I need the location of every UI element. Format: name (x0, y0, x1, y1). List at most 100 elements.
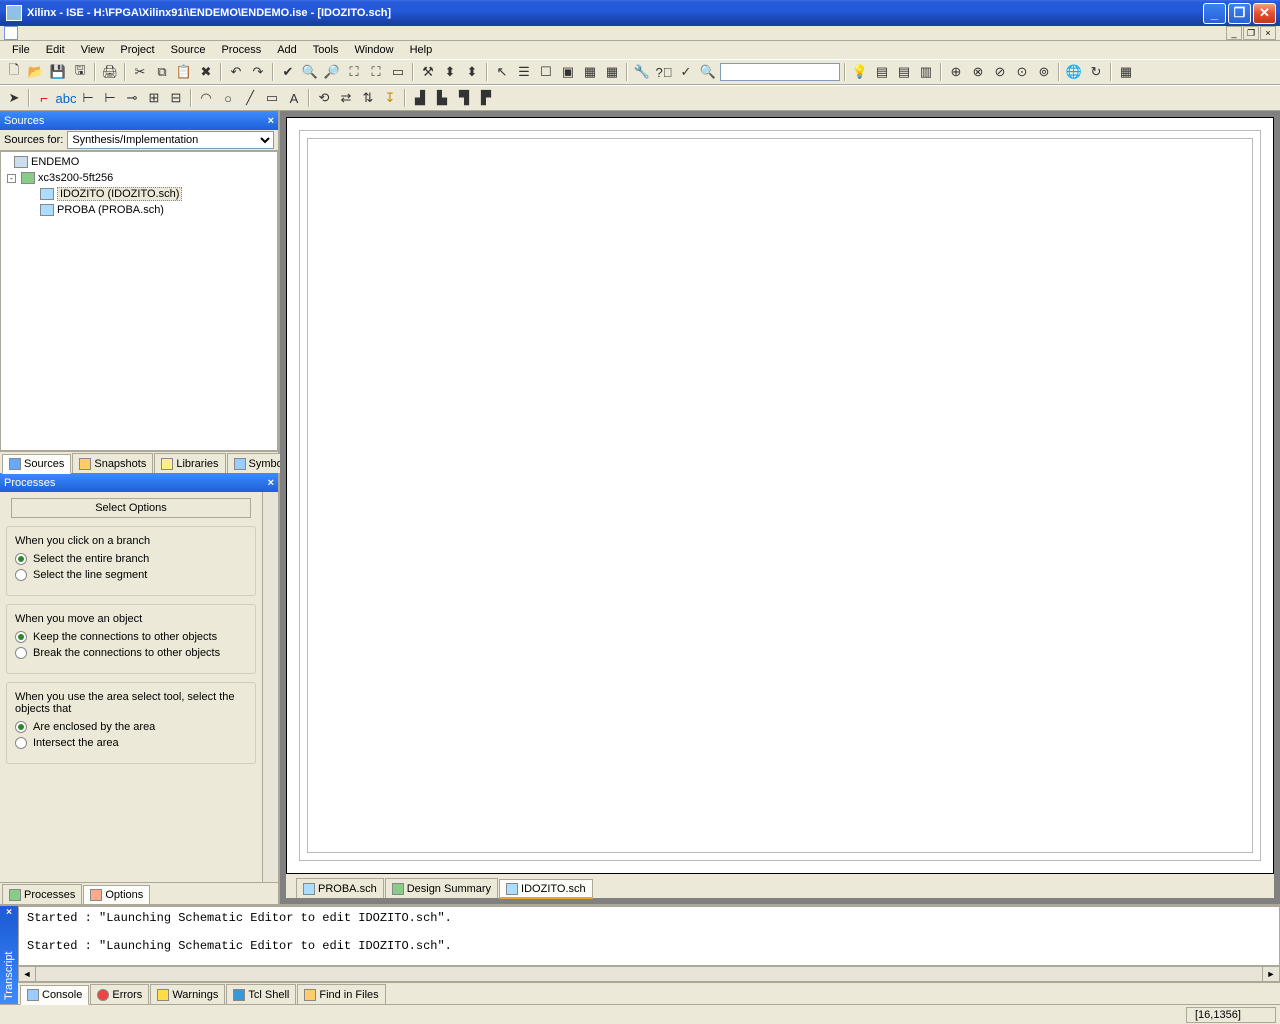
menu-view[interactable]: View (75, 42, 111, 58)
mdi-close-button[interactable]: × (1260, 26, 1276, 40)
wire-icon[interactable]: ⌐ (34, 88, 54, 108)
sources-close-icon[interactable]: × (268, 115, 274, 127)
zoom-fit-icon[interactable]: ⛶ (366, 62, 386, 82)
menu-add[interactable]: Add (271, 42, 303, 58)
tree-file-idozito[interactable]: IDOZITO (IDOZITO.sch) (57, 187, 182, 201)
bus-icon[interactable]: ⊢ (78, 88, 98, 108)
menu-window[interactable]: Window (348, 42, 399, 58)
radio-break-connections[interactable]: Break the connections to other objects (15, 647, 247, 659)
tab-sources[interactable]: Sources (2, 454, 71, 474)
tab-warnings[interactable]: Warnings (150, 984, 225, 1004)
gate3-icon[interactable]: ⊘ (990, 62, 1010, 82)
editor-tab-idozito[interactable]: IDOZITO.sch (499, 879, 593, 899)
stamp4-icon[interactable]: ▛ (476, 88, 496, 108)
sources-for-dropdown[interactable]: Synthesis/Implementation (67, 131, 274, 149)
bustap-icon[interactable]: ⊢ (100, 88, 120, 108)
mdi-minimize-button[interactable]: _ (1226, 26, 1242, 40)
radio-keep-connections[interactable]: Keep the connections to other objects (15, 631, 247, 643)
wrench-icon[interactable]: 🔧 (632, 62, 652, 82)
select-icon[interactable]: ☐ (536, 62, 556, 82)
select-tool-icon[interactable]: ➤ (4, 88, 24, 108)
text-icon[interactable]: A (284, 88, 304, 108)
mirror-icon[interactable]: ⇄ (336, 88, 356, 108)
tree-collapse-icon[interactable]: - (7, 174, 16, 183)
menu-source[interactable]: Source (165, 42, 212, 58)
menu-file[interactable]: File (6, 42, 36, 58)
hierarchy2-icon[interactable]: ⬍ (462, 62, 482, 82)
zoom-page-icon[interactable]: ▭ (388, 62, 408, 82)
redo-icon[interactable]: ↷ (248, 62, 268, 82)
options-scrollbar[interactable] (262, 492, 278, 882)
transcript-tab[interactable]: Transcript (0, 920, 18, 1004)
delete-icon[interactable]: ✖ (196, 62, 216, 82)
find-input[interactable] (720, 63, 840, 81)
tab-findinfiles[interactable]: Find in Files (297, 984, 385, 1004)
menu-edit[interactable]: Edit (40, 42, 71, 58)
menu-tools[interactable]: Tools (307, 42, 345, 58)
tree-file-proba[interactable]: PROBA (PROBA.sch) (57, 204, 164, 216)
radio-intersect[interactable]: Intersect the area (15, 737, 247, 749)
sheet-icon[interactable]: ▥ (916, 62, 936, 82)
flip2-icon[interactable]: ↧ (380, 88, 400, 108)
processes-close-icon[interactable]: × (268, 477, 274, 489)
stamp2-icon[interactable]: ▙ (432, 88, 452, 108)
prop-icon[interactable]: ▤ (872, 62, 892, 82)
tree-project[interactable]: ENDEMO (31, 156, 79, 168)
prop2-icon[interactable]: ▤ (894, 62, 914, 82)
new-icon[interactable]: 🗋 (4, 62, 24, 82)
editor-tab-proba[interactable]: PROBA.sch (296, 878, 384, 898)
rotate-icon[interactable]: ⟲ (314, 88, 334, 108)
tool-icon[interactable]: ⚒ (418, 62, 438, 82)
tab-tclshell[interactable]: Tcl Shell (226, 984, 296, 1004)
minimize-button[interactable]: _ (1203, 3, 1226, 24)
schematic-canvas[interactable] (286, 117, 1274, 874)
symbol2-icon[interactable]: ⊟ (166, 88, 186, 108)
print-icon[interactable]: 🖨 (100, 62, 120, 82)
flip-icon[interactable]: ⇅ (358, 88, 378, 108)
gate1-icon[interactable]: ⊕ (946, 62, 966, 82)
hierarchy-icon[interactable]: ⬍ (440, 62, 460, 82)
select-options-button[interactable]: Select Options (11, 498, 251, 518)
stamp3-icon[interactable]: ▜ (454, 88, 474, 108)
cut-icon[interactable]: ✂ (130, 62, 150, 82)
console-close-icon[interactable]: × (0, 906, 18, 920)
rect-icon[interactable]: ▭ (262, 88, 282, 108)
tab-libraries[interactable]: Libraries (154, 453, 225, 473)
line-icon[interactable]: ╱ (240, 88, 260, 108)
undo-icon[interactable]: ↶ (226, 62, 246, 82)
paste-icon[interactable]: 📋 (174, 62, 194, 82)
pointer-icon[interactable]: ↖ (492, 62, 512, 82)
editor-tab-summary[interactable]: Design Summary (385, 878, 498, 898)
bulb-icon[interactable]: 💡 (850, 62, 870, 82)
io-icon[interactable]: ⊸ (122, 88, 142, 108)
layers-icon[interactable]: ☰ (514, 62, 534, 82)
extra-icon[interactable]: ▦ (1116, 62, 1136, 82)
save-icon[interactable]: 💾 (48, 62, 68, 82)
radio-enclosed[interactable]: Are enclosed by the area (15, 721, 247, 733)
tab-errors[interactable]: Errors (90, 984, 149, 1004)
circle-icon[interactable]: ○ (218, 88, 238, 108)
radio-select-branch[interactable]: Select the entire branch (15, 553, 247, 565)
grid-icon[interactable]: ▦ (580, 62, 600, 82)
grid2-icon[interactable]: ▦ (602, 62, 622, 82)
tab-processes[interactable]: Processes (2, 884, 82, 904)
gate2-icon[interactable]: ⊗ (968, 62, 988, 82)
help-icon[interactable]: ?⃝ (654, 62, 674, 82)
menu-process[interactable]: Process (215, 42, 267, 58)
menu-help[interactable]: Help (404, 42, 439, 58)
tab-options[interactable]: Options (83, 885, 150, 904)
tab-console[interactable]: Console (20, 985, 89, 1005)
globe-icon[interactable]: 🌐 (1064, 62, 1084, 82)
tab-snapshots[interactable]: Snapshots (72, 453, 153, 473)
arc-icon[interactable]: ◠ (196, 88, 216, 108)
tree-device[interactable]: xc3s200-5ft256 (38, 172, 113, 184)
open-icon[interactable]: 📂 (26, 62, 46, 82)
radio-select-segment[interactable]: Select the line segment (15, 569, 247, 581)
mdi-restore-button[interactable]: ❐ (1243, 26, 1259, 40)
copy-icon[interactable]: ⧉ (152, 62, 172, 82)
window-icon[interactable]: ▣ (558, 62, 578, 82)
stamp-icon[interactable]: ▟ (410, 88, 430, 108)
find-icon[interactable]: 🔍 (698, 62, 718, 82)
zoom-out-icon[interactable]: 🔎 (322, 62, 342, 82)
sources-tree[interactable]: ENDEMO - xc3s200-5ft256 IDOZITO (IDOZITO.… (0, 151, 278, 451)
